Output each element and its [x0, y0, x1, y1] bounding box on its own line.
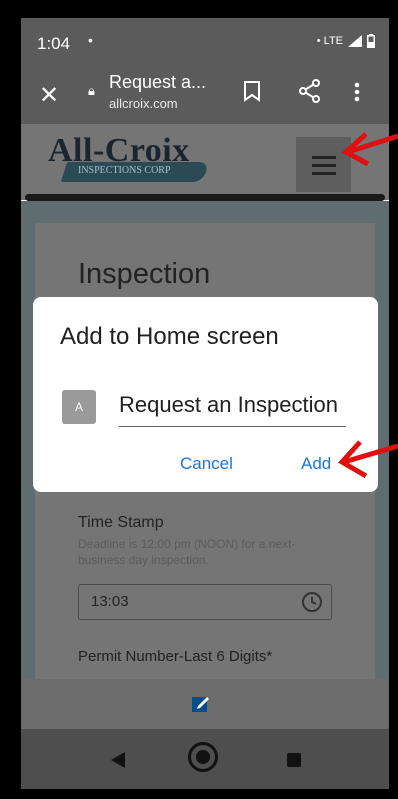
time-stamp-label: Time Stamp: [78, 514, 164, 531]
add-button[interactable]: Add: [301, 454, 331, 474]
app-avatar-icon: A: [62, 390, 96, 424]
hamburger-bar: [312, 164, 336, 167]
more-vert-icon[interactable]: [354, 81, 360, 103]
dialog-title: Add to Home screen: [60, 323, 279, 350]
back-icon[interactable]: [111, 752, 125, 768]
site-header: All-Croix INSPECTIONS CORP: [21, 124, 389, 200]
annotation-arrow-menu: [341, 132, 398, 167]
browser-toolbar: ✕ 🔒︎ Request a... allcroix.com: [21, 68, 389, 124]
share-icon[interactable]: [299, 79, 321, 103]
hamburger-bar: [312, 172, 336, 175]
signal-icon: [348, 35, 362, 47]
battery-icon: [367, 34, 375, 48]
system-nav-bar: [21, 729, 389, 789]
page-title: Request a...: [109, 72, 207, 92]
status-bar: 1:04 • • LTE: [21, 18, 389, 68]
add-to-home-dialog: Add to Home screen A Request an Inspecti…: [33, 297, 378, 492]
logo-subtitle: INSPECTIONS CORP: [78, 165, 171, 176]
permit-label: Permit Number-Last 6 Digits*: [78, 648, 273, 665]
annotation-arrow-add: [338, 440, 398, 479]
deadline-note: Deadline is 12:00 pm (NOON) for a next-b…: [78, 537, 296, 567]
shortcut-name-value: Request an Inspection: [119, 392, 338, 417]
hamburger-bar: [312, 156, 336, 159]
close-icon[interactable]: ✕: [39, 81, 59, 110]
page-domain: allcroix.com: [109, 96, 178, 111]
time-input[interactable]: 13:03: [78, 584, 332, 620]
page-heading: Inspection: [78, 258, 211, 290]
network-label: • LTE: [316, 35, 343, 47]
home-icon[interactable]: [188, 742, 218, 772]
status-icons: • LTE: [317, 34, 375, 48]
site-logo[interactable]: All-Croix INSPECTIONS CORP: [48, 132, 210, 184]
cancel-button[interactable]: Cancel: [180, 454, 233, 474]
notification-dot: •: [88, 32, 93, 48]
edit-bar: [21, 679, 389, 729]
clock-icon[interactable]: [301, 591, 323, 613]
recents-icon[interactable]: [287, 753, 301, 767]
shortcut-name-input[interactable]: Request an Inspection: [119, 390, 346, 427]
time-value: 13:03: [91, 593, 129, 610]
phone-screen: 1:04 • • LTE ✕ 🔒︎ Request a... allcroix.…: [21, 18, 389, 789]
status-time: 1:04: [37, 34, 71, 53]
bookmark-icon[interactable]: [243, 80, 261, 102]
header-divider: [25, 194, 385, 201]
edit-icon[interactable]: [191, 694, 211, 714]
lock-icon: 🔒︎: [88, 83, 95, 98]
